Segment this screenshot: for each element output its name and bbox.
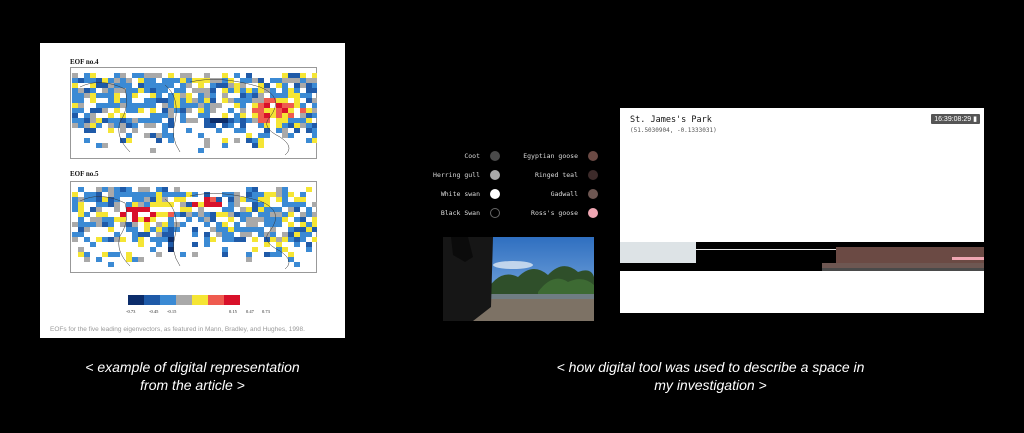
bird-name: Ringed teal <box>534 171 578 179</box>
legend-swatch <box>160 295 176 305</box>
timer-icon: ▮ <box>973 116 977 123</box>
legend-swatch <box>144 295 160 305</box>
left-caption-line2: from the article > <box>140 377 245 393</box>
pink-strip <box>952 257 984 260</box>
eof-figure-card: EOF no.4 EOF no.5 -0.73 -0.45 -0.15 0.15 0.4… <box>40 43 345 338</box>
park-photo <box>443 237 594 321</box>
bird-name: Black Swan <box>440 209 480 217</box>
eof-map2-title: EOF no.5 <box>70 170 99 178</box>
right-caption: < how digital tool was used to describe … <box>518 358 903 394</box>
bird-color-dot <box>588 208 598 218</box>
bird-entry: Egyptian goose <box>498 151 598 161</box>
bird-entry: Gadwall <box>498 189 598 199</box>
bird-name: Ross's goose <box>531 209 578 217</box>
legend-tick-label: -0.45 <box>149 309 159 314</box>
bird-entry: White swan <box>400 189 500 199</box>
bird-name: Herring gull <box>433 171 480 179</box>
bird-color-dot <box>588 189 598 199</box>
bird-name: Egyptian goose <box>523 152 578 160</box>
eof-map1-title: EOF no.4 <box>70 58 99 66</box>
grey-strip <box>620 242 696 263</box>
bird-color-dot <box>588 170 598 180</box>
left-caption: < example of digital representation from… <box>40 358 345 394</box>
eof-color-legend <box>128 295 240 305</box>
park-coordinates: (51.5030904, -0.1333031) <box>630 127 717 134</box>
bird-entry: Ross's goose <box>498 208 598 218</box>
eof-map2 <box>70 181 317 273</box>
grey2-strip <box>822 268 984 271</box>
bird-entry: Ringed teal <box>498 170 598 180</box>
eof-caption: EOFs for the five leading eigenvectors, … <box>50 326 305 333</box>
legend-swatch <box>176 295 192 305</box>
park-name: St. James's Park <box>630 115 712 125</box>
park-display-panel: St. James's Park (51.5030904, -0.1333031… <box>620 108 984 313</box>
legend-tick-label: 0.73 <box>262 309 270 314</box>
right-caption-line1: < how digital tool was used to describe … <box>556 359 865 375</box>
legend-tick-label: -0.15 <box>167 309 177 314</box>
bird-color-dot <box>588 151 598 161</box>
eof-legend-ticks: -0.73 -0.45 -0.15 0.15 0.47 0.73 <box>126 309 286 317</box>
legend-tick-label: 0.47 <box>246 309 254 314</box>
bird-name: White swan <box>440 190 480 198</box>
park-timestamp: 16:39:08:29 ▮ <box>931 114 980 124</box>
thin-line-strip <box>696 249 836 250</box>
bird-entry: Coot <box>400 151 500 161</box>
legend-swatch <box>208 295 224 305</box>
left-caption-line1: < example of digital representation <box>85 359 300 375</box>
legend-tick-label: 0.15 <box>229 309 237 314</box>
legend-swatch <box>128 295 144 305</box>
legend-tick-label: -0.73 <box>126 309 136 314</box>
bird-entry: Black Swan <box>400 208 500 218</box>
bird-name: Coot <box>464 152 480 160</box>
right-caption-line2: my investigation > <box>654 377 767 393</box>
legend-swatch <box>224 295 240 305</box>
bird-name: Gadwall <box>550 190 578 198</box>
legend-swatch <box>192 295 208 305</box>
eof-map1 <box>70 67 317 159</box>
bird-entry: Herring gull <box>400 170 500 180</box>
park-timestamp-text: 16:39:08:29 <box>934 116 972 123</box>
